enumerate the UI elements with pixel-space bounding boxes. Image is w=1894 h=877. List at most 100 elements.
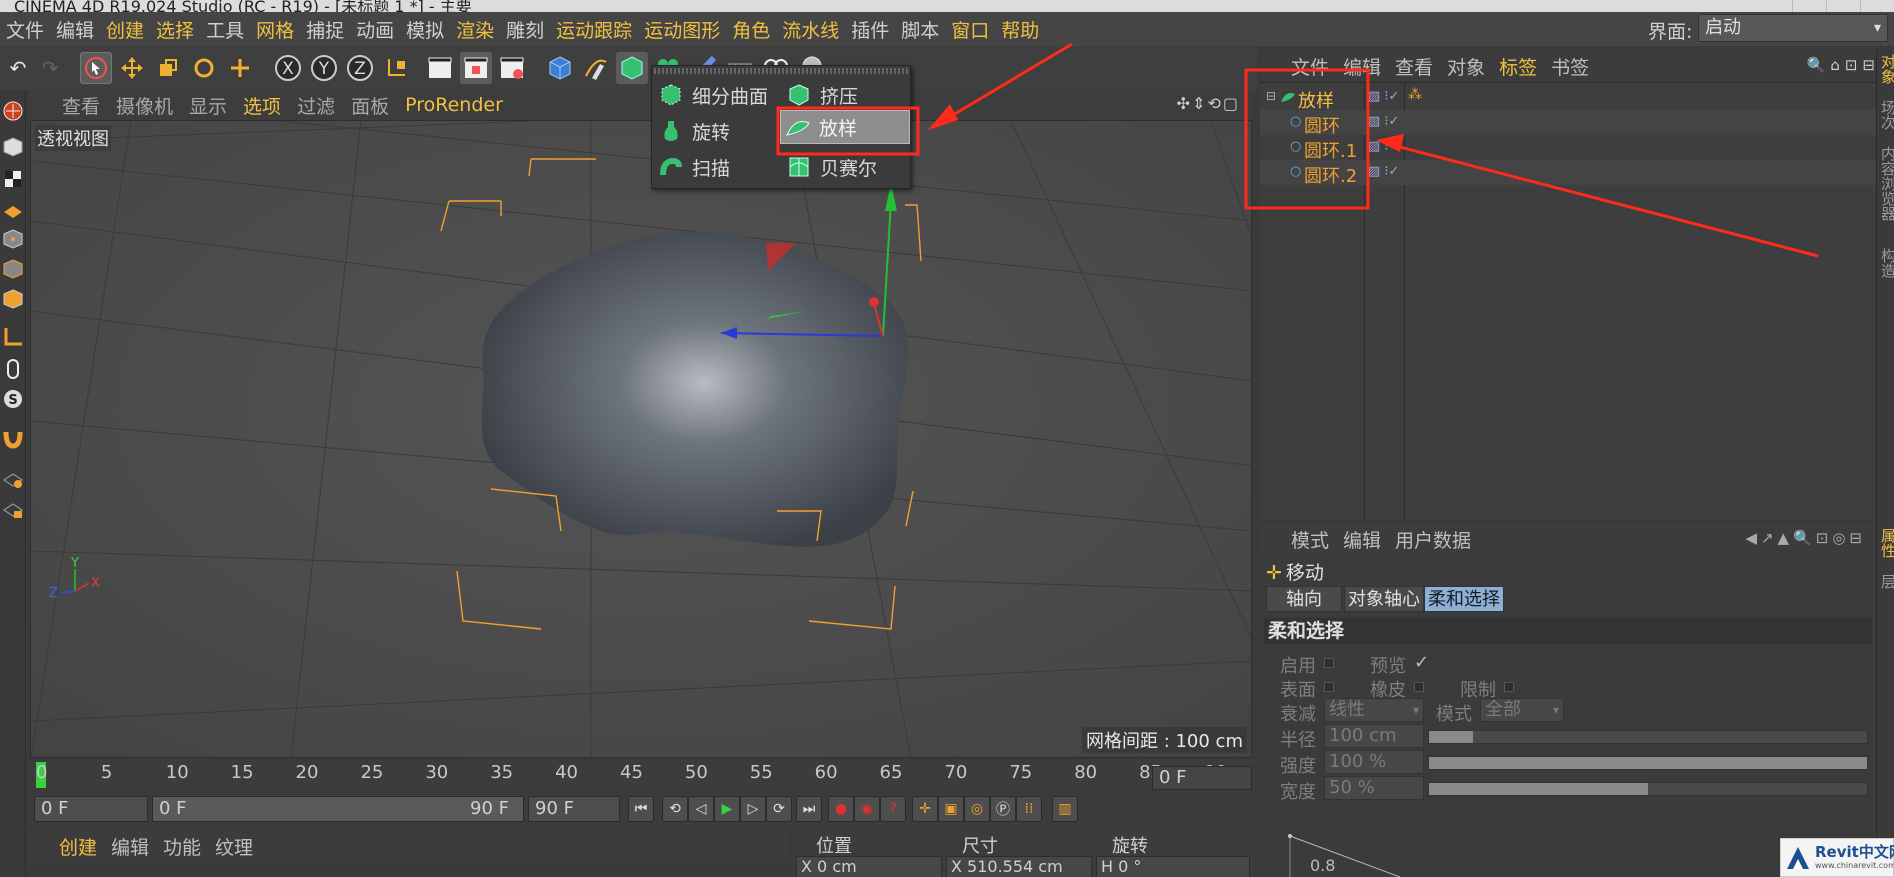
surface-checkbox[interactable] [1324, 682, 1334, 692]
tab-layers[interactable]: 层 [1878, 574, 1894, 589]
object-name[interactable]: 圆环.2 [1304, 162, 1357, 188]
render-settings-icon[interactable] [496, 52, 528, 84]
attribute-manager-tools[interactable]: ◀↗▲🔍⊡◎⊟ [1745, 529, 1866, 547]
enable-checkbox[interactable] [1324, 658, 1334, 668]
pen-icon[interactable] [580, 52, 612, 84]
viewport-menu-item-4[interactable]: 过滤 [289, 92, 343, 119]
keyframe-selection-icon[interactable]: ? [880, 796, 906, 822]
tab-attributes[interactable]: 属性 [1878, 528, 1894, 558]
om-menu-item-0[interactable]: 文件 [1284, 53, 1336, 80]
om-menu-item-4[interactable]: 标签 [1492, 53, 1544, 80]
object-row-circle-1[interactable]: ○ 圆环.1 ▨ ⁝ [1260, 135, 1876, 162]
mode-dropdown[interactable]: 全部 [1480, 698, 1564, 722]
render-view-icon[interactable] [424, 52, 456, 84]
falloff-dropdown[interactable]: 线性 [1324, 698, 1424, 722]
viewport-menu-item-5[interactable]: 面板 [343, 92, 397, 119]
rubber-checkbox[interactable] [1414, 682, 1424, 692]
next-key-icon[interactable]: ⟳ [766, 796, 792, 822]
menu-item-5[interactable]: 网格 [250, 16, 300, 43]
viewport-menu-item-1[interactable]: 摄像机 [108, 92, 181, 119]
menu-item-11[interactable]: 运动跟踪 [550, 16, 638, 43]
points-mode-icon[interactable] [0, 224, 26, 254]
play-icon[interactable]: ▶ [714, 796, 740, 822]
preview-checkbox[interactable]: ✓ [1414, 652, 1429, 673]
tab-object-axis[interactable]: 对象轴心 [1344, 586, 1424, 612]
visibility-toggle[interactable]: ▨ ⁝✓ [1368, 114, 1399, 129]
workplane-icon[interactable] [0, 194, 26, 224]
axis-mode-icon[interactable] [0, 322, 26, 352]
material-menu-item-3[interactable]: 纹理 [208, 833, 260, 860]
snap-icon[interactable] [0, 424, 26, 454]
tweak-mode-icon[interactable] [0, 354, 26, 384]
previous-frame-icon[interactable]: ◁ [688, 796, 714, 822]
solo-icon[interactable]: S [0, 384, 26, 414]
object-manager-tools[interactable]: 🔍⌂⊡⊟ [1807, 56, 1880, 74]
tab-structure[interactable]: 构造 [1878, 248, 1894, 278]
menu-item-6[interactable]: 捕捉 [300, 16, 350, 43]
popup-item-bezier[interactable]: 贝赛尔 [782, 150, 910, 184]
record-icon[interactable]: ● [828, 796, 854, 822]
x-size-field[interactable]: X 510.554 cm [946, 856, 1092, 877]
go-to-start-icon[interactable]: ⏮ [628, 796, 654, 822]
menu-item-14[interactable]: 流水线 [776, 16, 845, 43]
y-axis-icon[interactable]: Y [308, 52, 340, 84]
menu-item-9[interactable]: 渲染 [450, 16, 500, 43]
key-scale-icon[interactable]: ▣ [938, 796, 964, 822]
texture-mode-icon[interactable] [0, 164, 26, 194]
popup-grip[interactable] [654, 68, 908, 74]
x-axis-icon[interactable]: X [272, 52, 304, 84]
om-menu-item-5[interactable]: 书签 [1544, 53, 1596, 80]
z-axis-icon[interactable]: Z [344, 52, 376, 84]
key-parameter-icon[interactable]: Ⓟ [990, 796, 1016, 822]
autokey-icon[interactable]: ◉ [854, 796, 880, 822]
timeline[interactable]: 051015202530354045505560657075808590 [28, 760, 1254, 790]
radius-field[interactable]: 100 cm [1324, 724, 1424, 748]
visibility-toggle[interactable]: ▨ ⁝✓ [1368, 164, 1399, 179]
tab-objects[interactable]: 对象 [1878, 54, 1894, 84]
live-select-icon[interactable] [80, 52, 112, 84]
tab-content-browser[interactable]: 内容浏览器 [1878, 146, 1894, 221]
perspective-viewport[interactable]: Y X Z 透视视图 网格间距 : 100 cm [30, 120, 1252, 758]
viewport-nav-icons[interactable]: ✣⇕⟲▢ [1177, 94, 1240, 113]
strength-field[interactable]: 100 % [1324, 750, 1424, 774]
go-to-end-icon[interactable]: ⏭ [796, 796, 822, 822]
popup-item-loft[interactable]: 放样 [780, 110, 910, 144]
material-menu-item-1[interactable]: 编辑 [104, 833, 156, 860]
menu-item-0[interactable]: 文件 [0, 16, 50, 43]
range-slider[interactable]: 0 F 90 F [152, 796, 524, 822]
popup-item-sweep[interactable]: 扫描 [654, 150, 782, 184]
radius-slider[interactable] [1428, 730, 1868, 744]
width-slider[interactable] [1428, 782, 1868, 796]
coordinate-system-icon[interactable] [380, 52, 412, 84]
grid-snap-icon[interactable] [0, 464, 26, 494]
menu-item-15[interactable]: 插件 [845, 16, 895, 43]
menu-item-7[interactable]: 动画 [350, 16, 400, 43]
current-frame-field[interactable]: 0 F [1152, 766, 1252, 790]
collapse-icon[interactable]: ⊟ [1266, 89, 1276, 103]
om-menu-item-2[interactable]: 查看 [1388, 53, 1440, 80]
start-frame-field[interactable]: 0 F [34, 796, 148, 822]
end-frame-field[interactable]: 90 F [528, 796, 620, 822]
menu-item-2[interactable]: 创建 [100, 16, 150, 43]
add-tool-icon[interactable] [224, 52, 256, 84]
undo-icon[interactable]: ↶ [2, 52, 34, 84]
am-menu-userdata[interactable]: 用户数据 [1388, 526, 1478, 553]
viewport-menu-item-3[interactable]: 选项 [235, 92, 289, 119]
limit-checkbox[interactable] [1504, 682, 1514, 692]
am-menu-mode[interactable]: 模式 [1284, 526, 1336, 553]
minimize-button[interactable] [1792, 0, 1826, 12]
om-menu-item-3[interactable]: 对象 [1440, 53, 1492, 80]
menu-item-8[interactable]: 模拟 [400, 16, 450, 43]
scheme-icon[interactable]: ▥ [1052, 796, 1078, 822]
lock-workplane-icon[interactable] [0, 494, 26, 524]
object-row-circle-2[interactable]: ○ 圆环.2 ▨ ⁝✓ [1260, 160, 1876, 188]
tab-soft-selection[interactable]: 柔和选择 [1424, 586, 1504, 612]
viewport-menu-item-2[interactable]: 显示 [181, 92, 235, 119]
move-icon[interactable] [116, 52, 148, 84]
x-position-field[interactable]: X 0 cm [796, 856, 942, 877]
edges-mode-icon[interactable] [0, 254, 26, 284]
cube-icon[interactable] [544, 52, 576, 84]
menu-item-3[interactable]: 选择 [150, 16, 200, 43]
am-menu-edit[interactable]: 编辑 [1336, 526, 1388, 553]
maximize-button[interactable] [1826, 0, 1860, 12]
